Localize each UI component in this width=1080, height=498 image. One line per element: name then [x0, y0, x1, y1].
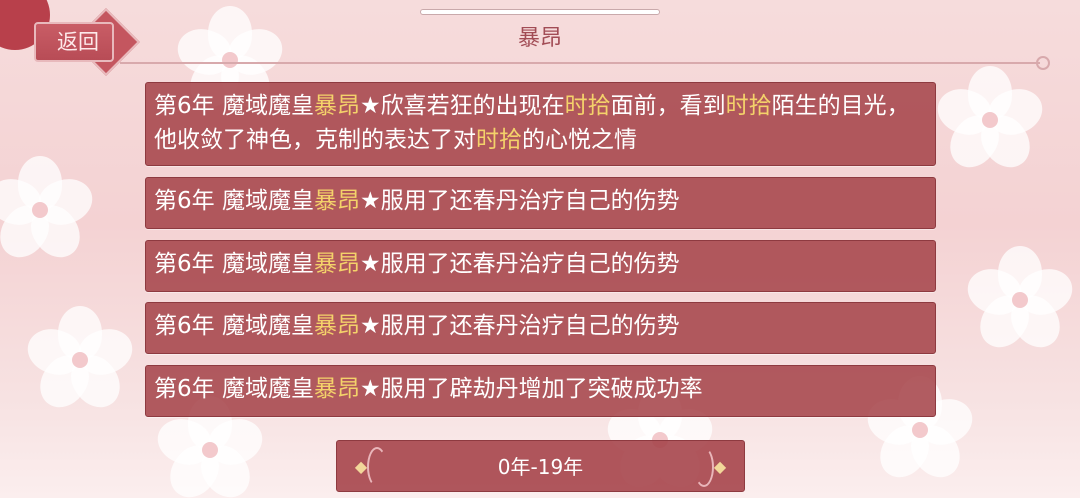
highlighted-name: 暴昂 [313, 251, 360, 277]
highlighted-name: 时拾 [725, 93, 772, 119]
event-text: 面前，看到 [610, 93, 726, 119]
blossom-decoration [20, 300, 140, 420]
event-row: 第6年 魔域魔皇暴昂★服用了还春丹治疗自己的伤势 [145, 302, 936, 354]
event-text: ★服用了辟劫丹增加了突破成功率 [359, 376, 703, 402]
event-text: 第6年 魔域魔皇 [154, 313, 314, 339]
blossom-decoration [930, 60, 1050, 180]
back-button-label: 返回 [57, 30, 99, 54]
header-divider [120, 62, 1040, 64]
event-row: 第6年 魔域魔皇暴昂★服用了辟劫丹增加了突破成功率 [145, 365, 936, 417]
event-text: ★服用了还春丹治疗自己的伤势 [359, 313, 680, 339]
event-text: ★服用了还春丹治疗自己的伤势 [359, 251, 680, 277]
event-text: 的心悦之情 [522, 127, 637, 153]
event-text: 第6年 魔域魔皇 [154, 251, 314, 277]
year-range-label: 0年-19年 [497, 455, 584, 479]
event-text: 第6年 魔域魔皇 [154, 376, 314, 402]
top-handle-bar [420, 9, 660, 15]
highlighted-name: 暴昂 [313, 376, 360, 402]
highlighted-name: 时拾 [564, 93, 611, 119]
back-button[interactable]: 返回 [34, 8, 140, 76]
event-text: 第6年 魔域魔皇 [154, 93, 314, 119]
diamond-ornament-icon: ◆ [713, 457, 727, 476]
blossom-decoration [0, 150, 100, 270]
event-row: 第6年 魔域魔皇暴昂★欣喜若狂的出现在时拾面前，看到时拾陌生的目光，他收敛了神色… [145, 82, 936, 166]
page-title: 暴昂 [517, 26, 562, 51]
highlighted-name: 时拾 [476, 127, 522, 153]
highlighted-name: 暴昂 [313, 188, 360, 214]
highlighted-name: 暴昂 [313, 313, 360, 339]
event-row: 第6年 魔域魔皇暴昂★服用了还春丹治疗自己的伤势 [145, 240, 936, 292]
event-text: ★欣喜若狂的出现在 [359, 93, 565, 119]
event-text: 第6年 魔域魔皇 [154, 188, 314, 214]
divider-ornament [1036, 56, 1050, 70]
highlighted-name: 暴昂 [313, 93, 360, 119]
year-range-selector[interactable]: ◆ 0年-19年 ◆ [336, 440, 745, 492]
event-text: ★服用了还春丹治疗自己的伤势 [359, 188, 680, 214]
event-row: 第6年 魔域魔皇暴昂★服用了还春丹治疗自己的伤势 [145, 177, 936, 229]
blossom-decoration [960, 240, 1080, 360]
